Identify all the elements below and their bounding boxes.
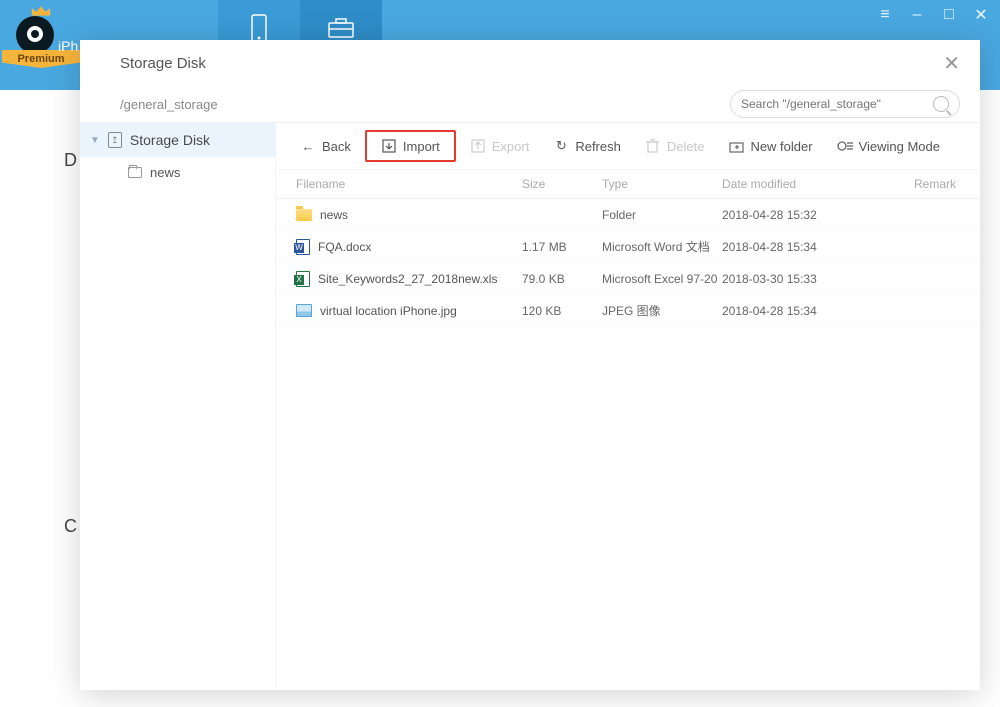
file-type: Microsoft Word 文档 <box>602 238 722 255</box>
content-pane: ← Back Import Export ↻ Refresh Dele <box>276 123 980 690</box>
viewing-mode-button[interactable]: Viewing Mode <box>827 132 950 160</box>
folder-icon <box>128 167 142 178</box>
path-row: /general_storage <box>80 86 980 122</box>
tree-root-storage-disk[interactable]: ▼ ↥ Storage Disk <box>80 123 275 157</box>
delete-button: Delete <box>635 132 715 160</box>
close-icon[interactable]: ✕ <box>943 51 960 76</box>
col-type[interactable]: Type <box>602 177 722 191</box>
back-button[interactable]: ← Back <box>290 132 361 160</box>
back-label: Back <box>322 139 351 154</box>
import-button[interactable]: Import <box>365 130 456 162</box>
delete-label: Delete <box>667 139 705 154</box>
new-folder-icon <box>728 138 744 154</box>
window-close-button[interactable]: ✕ <box>972 6 990 24</box>
table-row[interactable]: FQA.docx 1.17 MBMicrosoft Word 文档2018-04-… <box>276 231 980 263</box>
chevron-down-icon: ▼ <box>90 135 100 146</box>
col-remark[interactable]: Remark <box>842 177 966 191</box>
disk-icon: ↥ <box>108 132 122 148</box>
table-row[interactable]: Site_Keywords2_27_2018new.xls 79.0 KBMicr… <box>276 263 980 295</box>
export-label: Export <box>492 139 530 154</box>
new-folder-button[interactable]: New folder <box>718 132 822 160</box>
search-input[interactable] <box>741 97 933 111</box>
folder-icon <box>296 209 312 221</box>
excel-file-icon <box>296 271 310 287</box>
viewing-mode-label: Viewing Mode <box>859 139 940 154</box>
word-file-icon <box>296 239 310 255</box>
col-size[interactable]: Size <box>522 177 602 191</box>
arrow-left-icon: ← <box>300 138 316 154</box>
import-label: Import <box>403 139 440 154</box>
file-type: Microsoft Excel 97-20 <box>602 272 722 286</box>
file-size: 79.0 KB <box>522 272 602 286</box>
file-size: 1.17 MB <box>522 240 602 254</box>
col-filename[interactable]: Filename <box>290 177 522 191</box>
toolbar: ← Back Import Export ↻ Refresh Dele <box>276 123 980 169</box>
file-size: 120 KB <box>522 304 602 318</box>
sidebar: ▼ ↥ Storage Disk news <box>80 123 276 690</box>
file-date: 2018-03-30 15:33 <box>722 272 842 286</box>
refresh-button[interactable]: ↻ Refresh <box>543 132 631 160</box>
refresh-icon: ↻ <box>553 138 569 154</box>
bg-letter: C <box>64 516 77 537</box>
window-controls: ≡ – □ ✕ <box>876 6 990 24</box>
search-box[interactable] <box>730 90 960 118</box>
export-button: Export <box>460 132 540 160</box>
breadcrumb[interactable]: /general_storage <box>120 97 218 112</box>
search-icon <box>933 96 949 112</box>
file-name: virtual location iPhone.jpg <box>320 304 457 318</box>
background-column: D C <box>0 90 80 707</box>
file-type: Folder <box>602 208 722 222</box>
minimize-button[interactable]: – <box>908 6 926 24</box>
col-date[interactable]: Date modified <box>722 177 842 191</box>
storage-disk-modal: Storage Disk ✕ /general_storage ▼ ↥ Stor… <box>80 40 980 690</box>
tree-root-label: Storage Disk <box>130 132 210 148</box>
bg-letter: D <box>64 150 77 171</box>
table-row[interactable]: news Folder2018-04-28 15:32 <box>276 199 980 231</box>
table-header: Filename Size Type Date modified Remark <box>276 169 980 199</box>
file-name: FQA.docx <box>318 240 371 254</box>
file-date: 2018-04-28 15:32 <box>722 208 842 222</box>
file-date: 2018-04-28 15:34 <box>722 304 842 318</box>
modal-title: Storage Disk <box>120 55 206 72</box>
viewing-mode-icon <box>837 138 853 154</box>
phone-icon <box>249 13 269 43</box>
file-name: Site_Keywords2_27_2018new.xls <box>318 272 497 286</box>
image-file-icon <box>296 304 312 317</box>
tree-item-label: news <box>150 165 180 180</box>
refresh-label: Refresh <box>575 139 621 154</box>
new-folder-label: New folder <box>750 139 812 154</box>
import-icon <box>381 138 397 154</box>
menu-icon[interactable]: ≡ <box>876 6 894 24</box>
modal-titlebar: Storage Disk ✕ <box>80 40 980 86</box>
maximize-button[interactable]: □ <box>940 6 958 24</box>
export-icon <box>470 138 486 154</box>
file-rows: news Folder2018-04-28 15:32 FQA.docx 1.17 M… <box>276 199 980 690</box>
tree-item-news[interactable]: news <box>80 157 275 187</box>
file-type: JPEG 图像 <box>602 302 722 319</box>
table-row[interactable]: virtual location iPhone.jpg 120 KBJPEG 图像… <box>276 295 980 327</box>
file-date: 2018-04-28 15:34 <box>722 240 842 254</box>
trash-icon <box>645 138 661 154</box>
file-name: news <box>320 208 348 222</box>
eye-icon <box>16 16 54 54</box>
app-logo-text: iPh <box>58 38 78 54</box>
toolbox-icon <box>327 17 355 39</box>
